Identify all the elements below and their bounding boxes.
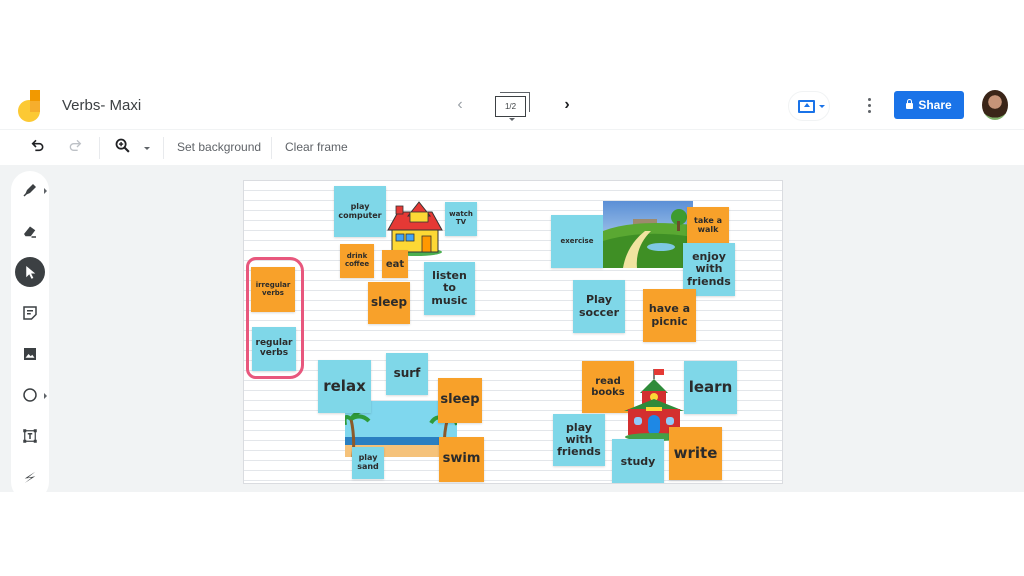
undo-icon — [31, 139, 44, 152]
workspace: irregular verbs regular verbs play compu… — [0, 165, 1024, 501]
house-image[interactable] — [386, 198, 444, 256]
sticky-note[interactable]: write — [669, 427, 722, 480]
sticky-note[interactable]: sleep — [438, 378, 482, 423]
circle-icon — [23, 388, 37, 402]
sticky-note[interactable]: study — [612, 439, 664, 483]
text-box-icon — [23, 429, 37, 443]
document-title[interactable]: Verbs- Maxi — [62, 97, 141, 114]
frame-bar-button[interactable]: 1/2 — [492, 92, 532, 122]
frame-indicator: 1/2 — [495, 96, 526, 117]
legend-irregular-verbs-note[interactable]: irregular verbs — [251, 267, 295, 312]
set-background-button[interactable]: Set background — [177, 140, 261, 154]
house-icon — [387, 201, 443, 256]
sticky-note[interactable]: take a walk — [687, 207, 729, 245]
sticky-note[interactable]: watch TV — [445, 202, 477, 236]
previous-frame-button[interactable]: ‹ — [452, 94, 468, 116]
sticky-note[interactable]: surf — [386, 353, 428, 395]
clear-frame-button[interactable]: Clear frame — [285, 140, 348, 154]
sticky-note[interactable]: listen to music — [424, 262, 475, 315]
tool-rail — [11, 171, 49, 501]
image-icon — [24, 348, 36, 360]
park-image[interactable] — [603, 201, 693, 268]
jam-canvas[interactable]: irregular verbs regular verbs play compu… — [243, 180, 783, 484]
header: Verbs- Maxi ‹ 1/2 › Share — [0, 84, 1024, 130]
eraser-icon — [24, 226, 36, 238]
next-frame-button[interactable]: › — [559, 94, 575, 116]
zoom-dropdown-button[interactable] — [140, 137, 154, 159]
select-tool[interactable] — [15, 257, 45, 287]
laser-icon — [24, 471, 36, 483]
sticky-note[interactable]: play sand — [352, 447, 384, 479]
park-scene-icon — [603, 201, 693, 268]
present-screen-icon — [798, 100, 815, 113]
zoom-in-icon — [115, 138, 130, 153]
pen-icon — [23, 184, 36, 197]
text-box-tool[interactable] — [15, 421, 45, 451]
more-options-icon[interactable] — [862, 94, 878, 118]
sticky-note-tool[interactable] — [15, 298, 45, 328]
image-tool[interactable] — [15, 339, 45, 369]
sticky-note[interactable]: eat — [382, 250, 408, 278]
toolbar-divider — [271, 137, 272, 159]
legend-regular-verbs-note[interactable]: regular verbs — [252, 327, 296, 371]
sticky-note[interactable]: play computer — [334, 186, 386, 237]
lock-icon — [906, 99, 914, 109]
sticky-note[interactable]: relax — [318, 360, 371, 413]
toolbar-divider — [99, 137, 100, 159]
cursor-arrow-icon — [26, 266, 36, 279]
jamboard-logo-icon[interactable] — [18, 90, 44, 122]
caret-down-icon — [819, 105, 825, 108]
present-button[interactable] — [788, 91, 830, 121]
caret-down-icon — [509, 118, 515, 121]
eraser-tool[interactable] — [15, 216, 45, 246]
sticky-note[interactable]: swim — [439, 437, 484, 482]
user-avatar[interactable] — [982, 90, 1008, 120]
share-label: Share — [918, 98, 952, 112]
sticky-note[interactable]: sleep — [368, 282, 410, 324]
sticky-note[interactable]: play with friends — [553, 414, 605, 466]
caret-down-icon — [144, 147, 150, 150]
share-button[interactable]: Share — [894, 91, 964, 119]
pen-tool[interactable] — [15, 175, 47, 205]
undo-button[interactable] — [28, 137, 48, 159]
toolbar-divider — [163, 137, 164, 159]
laser-tool[interactable] — [15, 462, 45, 492]
sticky-note[interactable]: exercise — [551, 215, 603, 268]
toolbar: Set background Clear frame — [0, 131, 1024, 165]
redo-button[interactable] — [65, 137, 85, 159]
jamboard-app: Verbs- Maxi ‹ 1/2 › Share Set background… — [0, 84, 1024, 501]
sticky-note[interactable]: learn — [684, 361, 737, 414]
zoom-button[interactable] — [112, 137, 132, 159]
redo-icon — [69, 139, 82, 151]
sticky-note[interactable]: Play soccer — [573, 280, 625, 333]
sticky-note-icon — [23, 306, 37, 320]
sticky-note[interactable]: drink coffee — [340, 244, 374, 278]
sticky-note[interactable]: have a picnic — [643, 289, 696, 342]
shape-tool[interactable] — [15, 380, 47, 410]
